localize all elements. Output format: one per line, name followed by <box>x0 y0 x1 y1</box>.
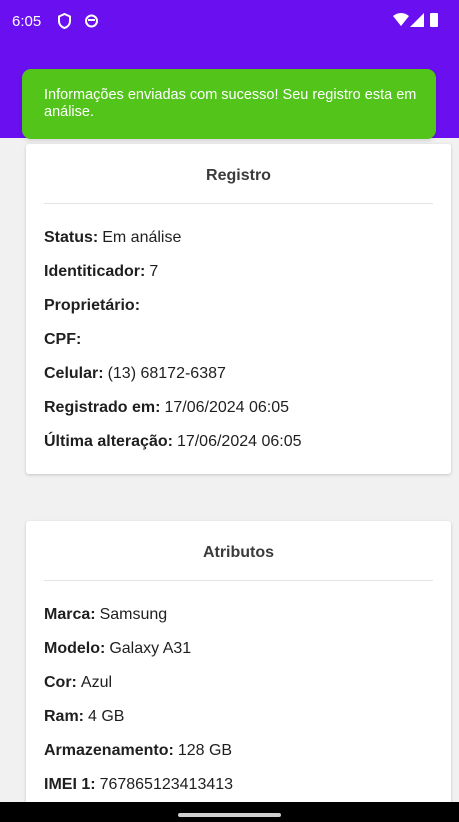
field-ultima-alteracao: Última alteração: 17/06/2024 06:05 <box>44 433 302 450</box>
field-marca: Marca: Samsung <box>44 606 168 623</box>
registro-fields: Status: Em análise Identiticador: 7 Propri… <box>26 204 451 466</box>
field-status: Status: Em análise <box>44 229 182 246</box>
status-time: 6:05 <box>12 13 42 30</box>
atributos-title: Atributos <box>202 544 275 561</box>
field-cpf: CPF: <box>44 331 82 348</box>
toast-message: Informações enviadas com sucesso! Seu re… <box>44 87 417 120</box>
field-celular: Celular: (13) 68172-6387 <box>44 365 226 382</box>
atributos-fields: Marca: Samsung Modelo: Galaxy A31 Cor: Azul… <box>26 581 451 809</box>
navigation-bar <box>0 802 459 822</box>
main-content[interactable]: Registro Status: Em análise Identiticador… <box>8 138 459 811</box>
field-registrado-em: Registrado em: 17/06/2024 06:05 <box>44 399 290 416</box>
success-toast[interactable]: Informações enviadas com sucesso! Seu re… <box>22 69 436 139</box>
registro-card: Registro Status: Em análise Identiticador… <box>26 144 451 474</box>
status-bar: 6:05 <box>0 0 459 42</box>
home-gesture-handle[interactable] <box>178 813 281 817</box>
field-modelo: Modelo: Galaxy A31 <box>44 640 192 657</box>
field-ram: Ram: 4 GB <box>44 708 125 725</box>
signal-icon <box>410 13 424 32</box>
shield-icon <box>57 12 72 34</box>
field-cor: Cor: Azul <box>44 674 113 691</box>
atributos-card: Atributos Marca: Samsung Modelo: Galaxy A3… <box>26 521 451 811</box>
battery-icon <box>430 13 438 27</box>
wifi-icon <box>393 13 409 32</box>
registro-title: Registro <box>206 167 271 184</box>
field-armazenamento: Armazenamento: 128 GB <box>44 742 233 759</box>
field-proprietario: Proprietário: <box>44 297 141 314</box>
field-identificador: Identiticador: 7 <box>44 263 159 280</box>
circle-icon <box>84 13 99 34</box>
